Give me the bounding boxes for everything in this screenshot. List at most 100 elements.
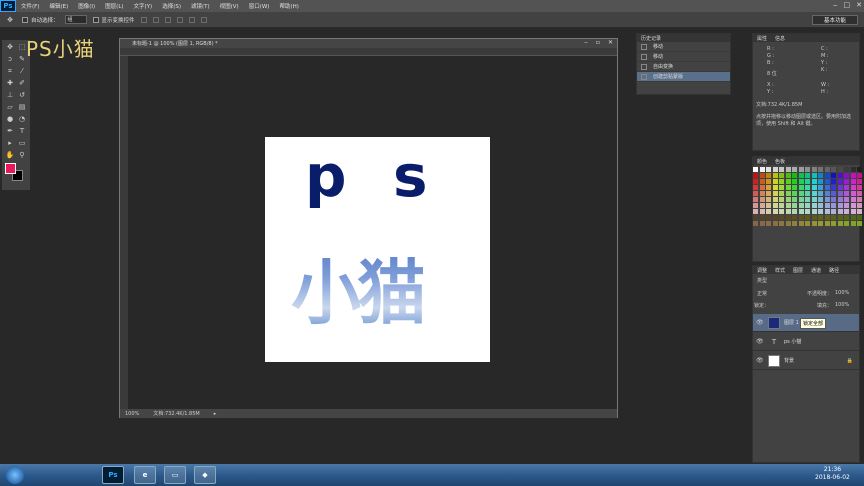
swatch[interactable]	[792, 203, 797, 208]
swatch[interactable]	[798, 185, 804, 190]
swatch[interactable]	[857, 167, 862, 172]
swatch[interactable]	[766, 191, 771, 196]
tab-styles[interactable]: 样式	[775, 267, 785, 274]
swatch[interactable]	[831, 185, 836, 190]
swatch[interactable]	[772, 203, 778, 208]
swatch[interactable]	[857, 221, 862, 226]
swatch[interactable]	[857, 215, 862, 220]
swatch[interactable]	[785, 185, 791, 190]
tab-properties[interactable]: 属性	[757, 35, 767, 42]
tab-swatches[interactable]: 色板	[775, 158, 785, 165]
swatch[interactable]	[811, 179, 817, 184]
pen-tool-icon[interactable]: ✒	[4, 126, 16, 136]
gradient-tool-icon[interactable]: ▤	[16, 102, 28, 112]
menu-view[interactable]: 视图(V)	[215, 2, 244, 10]
history-brush-icon[interactable]: ↺	[16, 90, 28, 100]
swatch[interactable]	[831, 167, 836, 172]
hand-tool-icon[interactable]: ✋	[4, 150, 16, 160]
swatch[interactable]	[805, 185, 810, 190]
swatch[interactable]	[779, 221, 784, 226]
swatch[interactable]	[837, 191, 843, 196]
swatch[interactable]	[792, 197, 797, 202]
swatch[interactable]	[844, 173, 849, 178]
swatch[interactable]	[753, 179, 758, 184]
swatch[interactable]	[772, 191, 778, 196]
zoom-tool-icon[interactable]: ⚲	[16, 150, 28, 160]
swatch[interactable]	[824, 167, 830, 172]
swatch[interactable]	[850, 167, 856, 172]
healing-tool-icon[interactable]: ✚	[4, 78, 16, 88]
history-item[interactable]: 自由变换	[637, 62, 730, 72]
swatch[interactable]	[818, 215, 823, 220]
swatch[interactable]	[779, 191, 784, 196]
swatch[interactable]	[857, 203, 862, 208]
swatch[interactable]	[792, 191, 797, 196]
layer-row-background[interactable]: 👁 背景 🔒	[753, 352, 859, 370]
checkbox-icon[interactable]	[22, 16, 28, 23]
swatch[interactable]	[811, 221, 817, 226]
taskbar-browser-icon[interactable]: e	[134, 466, 156, 484]
swatch[interactable]	[772, 221, 778, 226]
restore-icon[interactable]: ▫	[596, 39, 600, 46]
swatch[interactable]	[766, 179, 771, 184]
swatch[interactable]	[805, 221, 810, 226]
stamp-tool-icon[interactable]: ⊥	[4, 90, 16, 100]
swatch[interactable]	[759, 197, 765, 202]
swatch[interactable]	[837, 197, 843, 202]
swatch[interactable]	[792, 215, 797, 220]
path-select-tool-icon[interactable]: ▸	[4, 138, 16, 148]
swatch[interactable]	[824, 185, 830, 190]
swatch[interactable]	[811, 191, 817, 196]
layer-filter-select[interactable]: 类型	[757, 277, 767, 284]
minimize-icon[interactable]: ‒	[833, 1, 837, 9]
swatch[interactable]	[857, 185, 862, 190]
swatch-grid[interactable]	[753, 167, 864, 226]
swatch[interactable]	[785, 221, 791, 226]
swatch[interactable]	[850, 173, 856, 178]
swatch[interactable]	[837, 221, 843, 226]
swatch[interactable]	[837, 209, 843, 214]
workspace-select[interactable]: 基本功能	[812, 15, 858, 25]
swatch[interactable]	[805, 191, 810, 196]
align-top-icon[interactable]	[140, 16, 147, 23]
swatch[interactable]	[753, 215, 758, 220]
swatch[interactable]	[766, 197, 771, 202]
swatch[interactable]	[785, 167, 791, 172]
swatch[interactable]	[753, 209, 758, 214]
swatch[interactable]	[857, 197, 862, 202]
align-right-icon[interactable]	[200, 16, 207, 23]
swatch[interactable]	[766, 173, 771, 178]
swatch[interactable]	[857, 179, 862, 184]
swatch[interactable]	[805, 203, 810, 208]
swatch[interactable]	[753, 173, 758, 178]
eyedropper-tool-icon[interactable]: ⁄	[16, 66, 28, 76]
visibility-eye-icon[interactable]: 👁	[756, 338, 764, 345]
swatch[interactable]	[772, 173, 778, 178]
swatch[interactable]	[759, 179, 765, 184]
swatch[interactable]	[759, 167, 765, 172]
zoom-level[interactable]: 100%	[125, 411, 139, 417]
swatch[interactable]	[824, 221, 830, 226]
history-item[interactable]: 移动	[637, 52, 730, 62]
fill-value[interactable]: 100%	[835, 302, 849, 308]
swatch[interactable]	[805, 167, 810, 172]
swatch[interactable]	[824, 179, 830, 184]
document-tab[interactable]: 未标题-1 @ 100% (图层 1, RGB/8) * ‒ ▫ ✕	[120, 39, 617, 48]
swatch[interactable]	[818, 185, 823, 190]
swatch[interactable]	[779, 203, 784, 208]
swatch[interactable]	[837, 167, 843, 172]
swatch[interactable]	[857, 209, 862, 214]
swatch[interactable]	[818, 203, 823, 208]
swatch[interactable]	[779, 179, 784, 184]
swatch[interactable]	[811, 197, 817, 202]
menu-image[interactable]: 图像(I)	[73, 2, 100, 10]
swatch[interactable]	[766, 203, 771, 208]
swatch[interactable]	[798, 173, 804, 178]
blend-mode-select[interactable]: 正常	[757, 290, 767, 297]
swatch[interactable]	[824, 197, 830, 202]
status-arrow-icon[interactable]: ▸	[214, 411, 217, 417]
swatch[interactable]	[766, 215, 771, 220]
menu-window[interactable]: 窗口(W)	[244, 2, 275, 10]
swatch[interactable]	[753, 197, 758, 202]
swatch[interactable]	[844, 179, 849, 184]
